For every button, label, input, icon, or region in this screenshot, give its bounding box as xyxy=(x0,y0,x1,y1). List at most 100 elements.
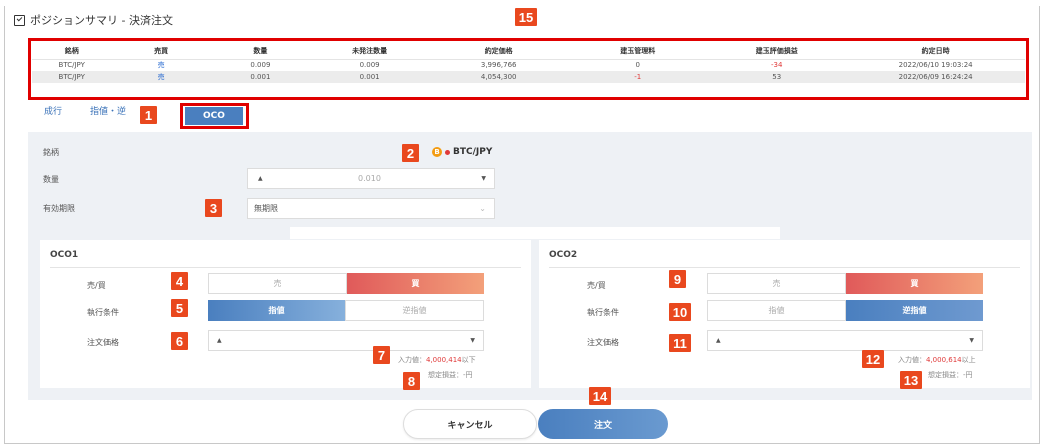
cell-exec-price: 4,054,300 xyxy=(429,71,569,83)
oco1-limit-button[interactable]: 指値 xyxy=(208,300,345,321)
oco1-condition-toggle: 指値 逆指値 xyxy=(208,300,484,321)
oco1-divider xyxy=(50,267,521,268)
table-row[interactable]: BTC/JPY 売 0.001 0.001 4,054,300 -1 53 20… xyxy=(32,71,1025,83)
table-header-row: 銘柄 売買 数量 未発注数量 約定価格 建玉管理料 建玉評価損益 約定日時 xyxy=(32,44,1025,60)
oco2-limit-button[interactable]: 指値 xyxy=(707,300,846,321)
oco2-title: OCO2 xyxy=(549,250,578,260)
table-row[interactable]: BTC/JPY 売 0.009 0.009 3,996,766 0 -34 20… xyxy=(32,59,1025,71)
annotation-badge-13: 13 xyxy=(900,371,922,389)
tab-oco[interactable]: OCO xyxy=(185,107,243,125)
oco1-title: OCO1 xyxy=(50,250,79,260)
oco1-input-hint: 入力値：4,000,414以下 xyxy=(398,355,476,365)
annotation-badge-5: 5 xyxy=(171,299,188,317)
annotation-badge-4: 4 xyxy=(171,272,188,290)
col-header-unfilled-qty: 未発注数量 xyxy=(310,44,430,60)
col-header-qty: 数量 xyxy=(210,44,311,60)
col-header-exec-price: 約定価格 xyxy=(429,44,569,60)
cell-side: 売 xyxy=(111,71,211,83)
oco1-cond-label: 執行条件 xyxy=(87,308,119,317)
quantity-stepper[interactable]: ▲ 0.010 ▼ xyxy=(247,168,495,189)
jpy-icon xyxy=(445,149,450,155)
annotation-badge-2: 2 xyxy=(402,144,419,162)
annotation-badge-11: 11 xyxy=(669,334,691,352)
chevron-down-icon: ⌄ xyxy=(479,204,486,213)
oco2-input-value: 4,000,614 xyxy=(926,356,962,364)
annotation-badge-3: 3 xyxy=(205,199,222,217)
oco2-cond-label: 執行条件 xyxy=(587,308,619,317)
expiry-value: 無期限 xyxy=(254,204,278,213)
triangle-down-icon[interactable]: ▼ xyxy=(470,337,475,344)
oco2-price-stepper[interactable]: ▲ ▼ xyxy=(707,330,983,351)
tab-market[interactable]: 成行 xyxy=(44,104,62,117)
oco2-sell-button[interactable]: 売 xyxy=(707,273,846,294)
position-summary-table: 銘柄 売買 数量 未発注数量 約定価格 建玉管理料 建玉評価損益 約定日時 BT… xyxy=(32,44,1025,83)
cell-unrealized-pnl: 53 xyxy=(707,71,847,83)
oco2-side-label: 売/買 xyxy=(587,281,606,290)
cell-symbol: BTC/JPY xyxy=(58,61,85,70)
annotation-badge-1: 1 xyxy=(140,106,157,124)
symbol-label: 銘柄 xyxy=(43,148,59,157)
oco2-buy-button[interactable]: 買 xyxy=(846,273,983,294)
oco2-input-suffix: 以上 xyxy=(961,356,976,364)
col-header-side: 売買 xyxy=(111,44,211,60)
cell-qty: 0.009 xyxy=(250,61,271,70)
cell-unfilled-qty: 0.001 xyxy=(310,71,430,83)
oco2-side-toggle: 売 買 xyxy=(707,273,983,294)
checkbox-icon xyxy=(14,14,25,26)
oco2-input-prefix: 入力値： xyxy=(898,356,926,364)
annotation-badge-7: 7 xyxy=(373,346,390,364)
expiry-select[interactable]: 無期限 ⌄ xyxy=(247,198,495,219)
oco1-stop-button[interactable]: 逆指値 xyxy=(345,300,484,321)
triangle-down-icon[interactable]: ▼ xyxy=(969,337,974,344)
annotation-badge-10: 10 xyxy=(669,303,691,321)
tab-limit-stop[interactable]: 指値・逆 xyxy=(90,104,126,117)
oco2-condition-toggle: 指値 逆指値 xyxy=(707,300,983,321)
cancel-button[interactable]: キャンセル xyxy=(403,409,537,439)
expiry-label: 有効期限 xyxy=(43,204,75,213)
annotation-badge-14: 14 xyxy=(589,387,611,405)
oco1-buy-button[interactable]: 買 xyxy=(347,273,484,294)
triangle-up-icon[interactable]: ▲ xyxy=(716,337,721,344)
triangle-up-icon[interactable]: ▲ xyxy=(258,175,263,182)
order-type-tabs: 成行 指値・逆 xyxy=(44,104,154,117)
col-header-symbol: 銘柄 xyxy=(32,44,112,60)
oco1-price-stepper[interactable]: ▲ ▼ xyxy=(208,330,484,351)
oco1-input-suffix: 以下 xyxy=(461,356,476,364)
cell-side: 売 xyxy=(157,61,165,70)
oco1-sell-button[interactable]: 売 xyxy=(208,273,347,294)
bitcoin-icon: B xyxy=(432,147,442,157)
cell-mgmt-fee: 0 xyxy=(635,61,640,70)
oco1-side-label: 売/買 xyxy=(87,281,106,290)
triangle-down-icon[interactable]: ▼ xyxy=(481,175,486,182)
qty-label: 数量 xyxy=(43,175,59,184)
oco2-divider xyxy=(549,267,1020,268)
col-header-exec-datetime: 約定日時 xyxy=(846,44,1025,60)
annotation-badge-9: 9 xyxy=(669,270,686,288)
cell-qty: 0.001 xyxy=(210,71,311,83)
cell-mgmt-fee: -1 xyxy=(568,71,708,83)
cell-exec-datetime: 2022/06/09 16:24:24 xyxy=(846,71,1025,83)
col-header-unrealized-pnl: 建玉評価損益 xyxy=(707,44,847,60)
oco1-pnl: 想定損益：-円 xyxy=(428,371,473,379)
oco1-input-value: 4,000,414 xyxy=(426,356,462,364)
annotation-badge-6: 6 xyxy=(171,332,188,350)
order-button[interactable]: 注文 xyxy=(538,409,668,439)
oco1-price-label: 注文価格 xyxy=(87,338,119,347)
qty-value: 0.010 xyxy=(358,174,381,183)
cell-exec-datetime: 2022/06/10 19:03:24 xyxy=(898,61,973,70)
cell-unfilled-qty: 0.009 xyxy=(359,61,380,70)
cell-symbol: BTC/JPY xyxy=(32,71,112,83)
oco1-input-prefix: 入力値： xyxy=(398,356,426,364)
window-title: ポジションサマリ - 決済注文 xyxy=(30,14,173,27)
oco2-pnl: 想定損益：-円 xyxy=(928,371,973,379)
annotation-badge-15: 15 xyxy=(515,8,537,26)
oco2-price-label: 注文価格 xyxy=(587,338,619,347)
annotation-badge-8: 8 xyxy=(403,372,420,390)
cell-exec-price: 3,996,766 xyxy=(480,61,517,70)
symbol-value: BTC/JPY xyxy=(453,147,493,157)
oco2-stop-button[interactable]: 逆指値 xyxy=(846,300,983,321)
triangle-up-icon[interactable]: ▲ xyxy=(217,337,222,344)
window-title-bar: ポジションサマリ - 決済注文 xyxy=(14,12,173,28)
symbol-display: B BTC/JPY xyxy=(432,147,492,157)
annotation-badge-12: 12 xyxy=(862,350,884,368)
